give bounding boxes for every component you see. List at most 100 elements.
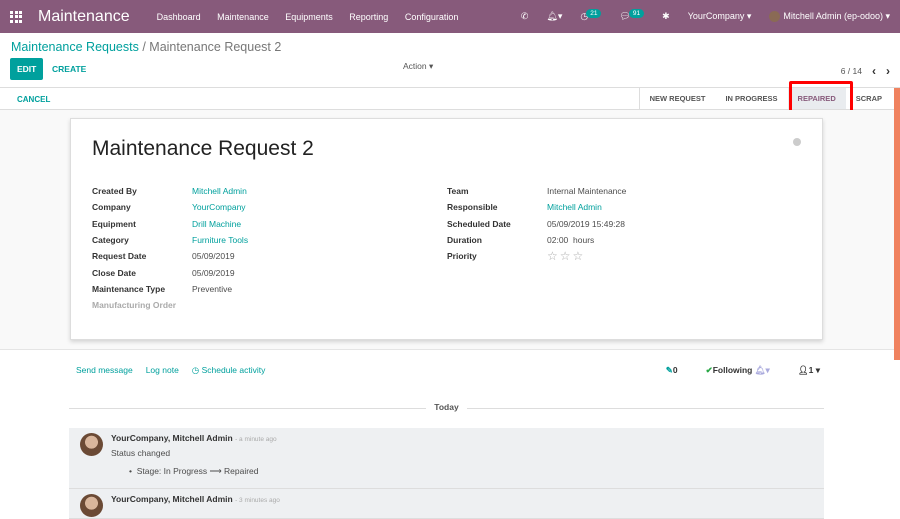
- team-value: Internal Maintenance: [547, 186, 627, 197]
- apps-menu-icon[interactable]: [10, 10, 22, 23]
- created-by-link[interactable]: Mitchell Admin: [192, 186, 247, 196]
- message-time: - a minute ago: [235, 436, 277, 443]
- stage-new-request[interactable]: NEW REQUEST: [640, 88, 716, 109]
- activity-icon[interactable]: ◷ 21: [580, 9, 602, 22]
- scheduled-date-value: 05/09/2019 15:49:28: [547, 218, 625, 229]
- user-menu[interactable]: Mitchell Admin (ep-odoo) ▾: [769, 10, 890, 23]
- message-body: Status changed: [111, 448, 171, 458]
- field-label: Created By: [92, 186, 137, 197]
- attachments-button[interactable]: ✎0: [666, 365, 678, 376]
- control-panel: Maintenance Requests / Maintenance Reque…: [0, 33, 900, 88]
- company-link[interactable]: YourCompany: [192, 202, 246, 212]
- scrollbar[interactable]: [894, 88, 900, 360]
- log-note-button[interactable]: Log note: [146, 365, 179, 376]
- create-button[interactable]: CREATE: [52, 64, 86, 74]
- left-fields: Created By Mitchell Admin Company YourComp…: [92, 183, 248, 313]
- company-name: YourCompany: [687, 11, 745, 21]
- star-icon[interactable]: ☆: [547, 249, 558, 263]
- date-label: Today: [426, 402, 467, 412]
- schedule-activity-button[interactable]: ◷ Schedule activity: [192, 365, 266, 376]
- paperclip-icon: ✎: [665, 365, 673, 375]
- message-author[interactable]: YourCompany, Mitchell Admin: [111, 494, 233, 504]
- check-icon: ✔: [705, 365, 713, 375]
- menu-reporting[interactable]: Reporting: [349, 12, 388, 22]
- duration-value: 02:00: [547, 235, 569, 246]
- field-label: Manufacturing Order: [92, 300, 177, 311]
- following-label: Following: [712, 365, 753, 375]
- messages-badge: 91: [628, 9, 645, 18]
- category-link[interactable]: Furniture Tools: [192, 235, 248, 245]
- chatter-actions: Send message Log note ◷ Schedule activit…: [76, 365, 265, 376]
- send-message-button[interactable]: Send message: [76, 365, 133, 376]
- edit-button[interactable]: EDIT: [10, 58, 44, 80]
- followers-count: 1: [808, 365, 814, 375]
- activity-badge: 21: [586, 9, 602, 18]
- field-label: Company: [92, 202, 131, 213]
- field-label: Maintenance Type: [92, 283, 166, 294]
- menu-configuration[interactable]: Configuration: [405, 12, 459, 22]
- field-label: Responsible: [447, 202, 498, 213]
- star-icon[interactable]: ☆: [573, 249, 584, 263]
- following-button[interactable]: ✔Following 🔔︎▾: [706, 365, 770, 376]
- messages-icon[interactable]: 💬︎ 91: [619, 9, 645, 22]
- top-navbar: Maintenance Dashboard Maintenance Equipm…: [0, 0, 900, 33]
- pager: 6 / 14 ‹ ›: [841, 64, 890, 78]
- equipment-link[interactable]: Drill Machine: [192, 219, 241, 229]
- next-icon[interactable]: ›: [886, 64, 890, 78]
- message-author[interactable]: YourCompany, Mitchell Admin: [111, 433, 233, 443]
- message: YourCompany, Mitchell Admin - 3 minutes …: [69, 489, 824, 519]
- field-label: Request Date: [92, 251, 147, 262]
- action-label: Action: [403, 61, 427, 71]
- menu-equipments[interactable]: Equipments: [285, 12, 333, 22]
- breadcrumb-current: Maintenance Request 2: [149, 40, 282, 54]
- app-brand[interactable]: Maintenance: [38, 8, 130, 26]
- field-label: Equipment: [92, 218, 136, 229]
- schedule-activity-label: Schedule activity: [201, 365, 266, 375]
- stage-in-progress[interactable]: IN PROGRESS: [715, 88, 787, 109]
- message: YourCompany, Mitchell Admin - a minute a…: [69, 428, 824, 489]
- phone-icon[interactable]: ✆: [521, 11, 529, 22]
- tracking-text: Stage: In Progress ⟶ Repaired: [136, 466, 259, 476]
- responsible-link[interactable]: Mitchell Admin: [547, 202, 602, 212]
- kanban-state-icon[interactable]: [793, 138, 801, 146]
- author-avatar[interactable]: [80, 433, 103, 456]
- breadcrumb: Maintenance Requests / Maintenance Reque…: [11, 40, 282, 54]
- user-name: Mitchell Admin (ep-odoo): [783, 10, 883, 21]
- user-icon: 👤︎: [797, 365, 809, 375]
- user-avatar: [769, 11, 781, 23]
- breadcrumb-parent[interactable]: Maintenance Requests: [11, 40, 139, 54]
- action-dropdown[interactable]: Action ▾: [403, 61, 433, 72]
- field-label: Scheduled Date: [447, 218, 511, 229]
- menu-maintenance[interactable]: Maintenance: [217, 12, 269, 22]
- field-label: Priority: [447, 251, 477, 262]
- bell-icon[interactable]: 🔔︎▾: [755, 365, 770, 375]
- tracking-value: • Stage: In Progress ⟶ Repaired: [129, 466, 259, 476]
- previous-icon[interactable]: ‹: [872, 64, 876, 78]
- record-title: Maintenance Request 2: [92, 137, 314, 160]
- clock-icon: ◷: [191, 365, 200, 375]
- message-time: - 3 minutes ago: [235, 497, 280, 504]
- menu-dashboard[interactable]: Dashboard: [157, 12, 201, 22]
- company-switcher[interactable]: YourCompany ▾: [688, 11, 752, 22]
- followers-button[interactable]: 👤︎1 ▾: [798, 365, 820, 376]
- date-separator: Today: [69, 402, 824, 414]
- chatter-topbar-right: ✎0 ✔Following 🔔︎▾ 👤︎1 ▾: [666, 365, 820, 376]
- close-date-value: 05/09/2019: [192, 267, 235, 278]
- request-date-value: 05/09/2019: [192, 251, 235, 262]
- star-icon[interactable]: ☆: [560, 249, 571, 263]
- author-avatar[interactable]: [80, 494, 103, 517]
- pager-value[interactable]: 6 / 14: [841, 66, 862, 76]
- maintenance-type-value: Preventive: [192, 283, 233, 294]
- field-label: Close Date: [92, 267, 136, 278]
- attachments-count: 0: [672, 365, 678, 375]
- field-label: Category: [92, 235, 129, 246]
- debug-bug-icon[interactable]: ✱: [662, 11, 670, 22]
- right-fields: Team Internal Maintenance Responsible Mitc…: [447, 183, 626, 264]
- form-sheet: Maintenance Request 2 Created By Mitchell…: [70, 118, 823, 340]
- field-label: Team: [447, 186, 469, 197]
- bell-icon[interactable]: 🔔︎▾: [546, 11, 562, 22]
- statusbar: CANCEL NEW REQUEST IN PROGRESS REPAIRED …: [0, 88, 900, 110]
- duration-unit: hours: [573, 235, 595, 246]
- cancel-button[interactable]: CANCEL: [17, 95, 50, 104]
- field-label: Duration: [447, 235, 482, 246]
